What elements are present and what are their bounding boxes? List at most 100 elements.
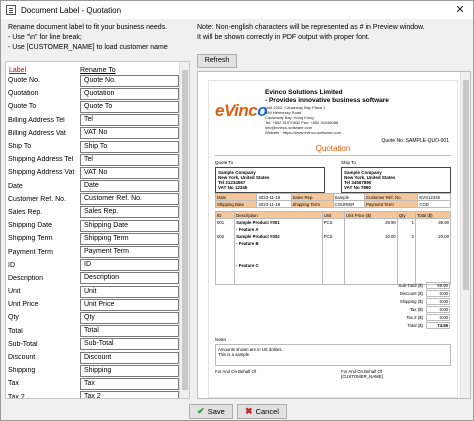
item-unit: PCS [321, 218, 345, 226]
item-unit: PCS [321, 232, 345, 240]
rename-input[interactable]: Unit Price [80, 298, 179, 311]
company-tagline: - Provides innovative business software [265, 97, 389, 104]
scrollbar-thumb[interactable] [463, 80, 469, 290]
rename-input[interactable]: Sub-Total [80, 338, 179, 351]
note-line: Note: Non-english characters will be rep… [197, 24, 425, 31]
ship-to-block: Ship To Sample Company New York, United S… [341, 160, 451, 193]
rename-input[interactable]: VAT No [80, 166, 179, 179]
total-value: 0.00 [426, 289, 450, 297]
row-label: Shipping [8, 367, 36, 375]
info-value: COURIER [332, 200, 366, 208]
item-row: - Feature B [214, 239, 451, 247]
items-column-header: Total ($) [415, 211, 451, 219]
rename-input[interactable]: VAT No [80, 127, 179, 140]
refresh-button[interactable]: Refresh [197, 54, 237, 68]
item-qty: 2 [396, 232, 417, 240]
table-row: Total Total [6, 325, 189, 338]
rename-input[interactable]: ID [80, 259, 179, 272]
items-column-header: Description [234, 211, 323, 219]
item-id [214, 246, 236, 285]
table-row: Discount Discount [6, 351, 189, 364]
info-value: EVS12345 [417, 193, 451, 201]
table-row: Quotation Quotation [6, 87, 189, 100]
title-bar: Document Label - Quotation ✕ [1, 1, 473, 19]
item-qty [396, 239, 417, 247]
row-label: Shipping Date [8, 222, 52, 230]
rename-input[interactable]: Quote No. [80, 74, 179, 87]
address-line: Website : https://www.evinco-software.co… [265, 130, 341, 135]
rename-input[interactable]: Tel [80, 153, 179, 166]
item-desc: Sample Product #001 [234, 218, 323, 226]
description-line: - Use [CUSTOMER_NAME] to load customer n… [8, 44, 168, 51]
rename-input[interactable]: Unit [80, 285, 179, 298]
item-id: 001 [214, 218, 236, 226]
table-row: Shipping Address Tel Tel [6, 153, 189, 166]
close-icon[interactable]: ✕ [453, 3, 467, 16]
info-label: Customer Ref. No. [364, 193, 419, 201]
rename-input[interactable]: Qty [80, 311, 179, 324]
item-desc: - Feature A [234, 225, 323, 233]
item-row: 002 Sample Product #002 PCS 10.00 2 20.00 [214, 232, 451, 240]
total-row: Discount ($) 0.00 [398, 289, 450, 297]
info-value: 2023-11-18 [256, 200, 292, 208]
for-and-on-behalf-left: For And On Behalf Of [215, 369, 256, 374]
document-label-window: Document Label - Quotation ✕ Rename docu… [0, 0, 474, 421]
table-row: Payment Term Payment Term [6, 245, 189, 259]
total-label: Total ($) [407, 322, 423, 328]
table-row: Customer Ref. No. Customer Ref. No. [6, 193, 189, 206]
row-label: Customer Ref. No. [8, 195, 66, 203]
rename-input[interactable]: Tax [80, 377, 179, 390]
rename-input[interactable]: Date [80, 180, 179, 193]
scrollbar-thumb[interactable] [182, 70, 188, 390]
table-row: Unit Unit [6, 285, 189, 298]
rename-input[interactable]: Total [80, 325, 179, 338]
rename-input[interactable]: Discount [80, 351, 179, 364]
items-column-header: Unit [321, 211, 345, 219]
table-header: Label Rename To [6, 62, 189, 74]
rename-input[interactable]: Description [80, 272, 179, 285]
rename-input[interactable]: Quote To [80, 100, 179, 113]
table-row: ID ID [6, 259, 189, 272]
rename-input[interactable]: Payment Term [80, 246, 179, 259]
quote-to-box: Sample Company New York, United States Tel… [215, 167, 325, 193]
table-row: Ship To Ship To [6, 140, 189, 153]
cancel-button[interactable]: ✖ Cancel [237, 404, 287, 419]
rename-input[interactable]: Customer Ref. No. [80, 193, 179, 206]
row-label: Discount [8, 354, 36, 362]
items-column-header: ID [214, 211, 236, 219]
totals-block: Sub-Total ($) 59.90 Discount ($) 0.00 Shippi… [398, 281, 450, 329]
table-row: Qty Qty [6, 311, 189, 324]
item-total [415, 246, 451, 285]
rename-input[interactable]: Ship To [80, 140, 179, 153]
window-title: Document Label - Quotation [21, 5, 122, 15]
item-id: 002 [214, 232, 236, 240]
row-label: Quotation [8, 90, 39, 98]
for-line: [CUSTOMER_NAME] [341, 374, 383, 379]
rename-input[interactable]: Tax 2 [80, 391, 179, 398]
rename-input[interactable]: Shipping Term [80, 232, 179, 245]
total-row: Total ($) 74.56 [398, 321, 450, 329]
total-value: 74.56 [426, 321, 450, 329]
quote-to-caption: Quote To [215, 160, 234, 165]
notes-caption: Notes [215, 337, 227, 342]
item-total: 20.00 [415, 232, 451, 240]
item-row: - Feature C [214, 246, 451, 285]
row-label: Tax 2 [8, 393, 25, 399]
row-label: Sales Rep. [8, 208, 43, 216]
table-scrollbar[interactable] [179, 62, 189, 398]
ship-to-caption: Ship To [341, 160, 356, 165]
info-row: Shipping Date 2023-11-18 Shipping Term COUR… [214, 200, 451, 208]
rename-input[interactable]: Shipping [80, 364, 179, 377]
rename-input[interactable]: Shipping Date [80, 219, 179, 232]
item-unit [321, 239, 345, 247]
row-label: Quote To [8, 103, 37, 111]
preview-scrollbar[interactable] [460, 72, 470, 398]
rename-input[interactable]: Tel [80, 114, 179, 127]
item-qty [396, 246, 417, 285]
rename-column-header: Rename To [80, 67, 116, 74]
rename-input[interactable]: Quotation [80, 87, 179, 100]
total-label: Sub-Total ($) [398, 282, 423, 288]
description-line: Rename document label to fit your busine… [8, 24, 168, 31]
rename-input[interactable]: Sales Rep. [80, 206, 179, 219]
save-button[interactable]: ✔ Save [189, 404, 233, 419]
